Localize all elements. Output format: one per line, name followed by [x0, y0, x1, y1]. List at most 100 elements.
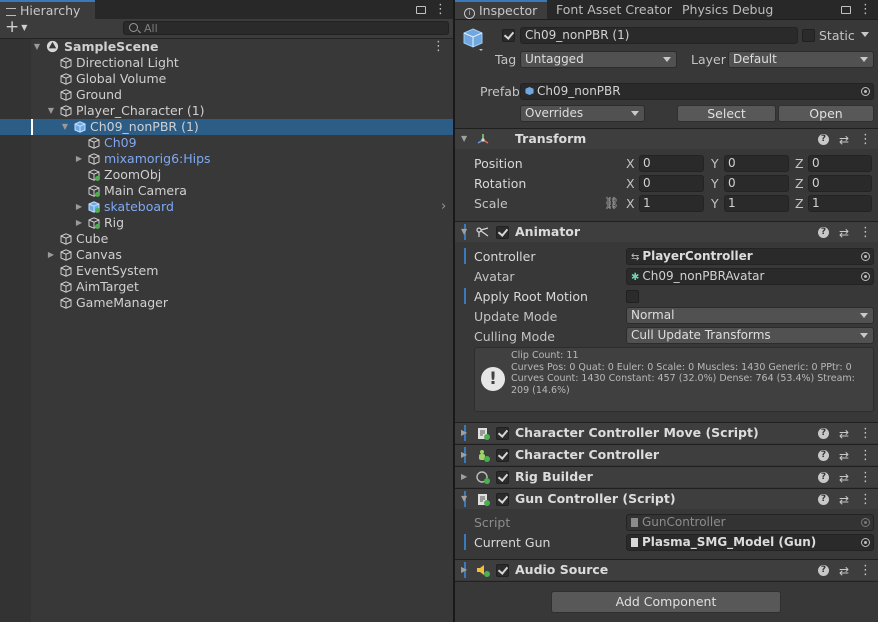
hierarchy-item[interactable]: ▼ Player_Character (1)	[0, 103, 453, 119]
help-icon[interactable]: ?	[817, 565, 829, 576]
animator-header[interactable]: ▼ Animator ? ⇄ ⋮	[455, 221, 878, 242]
fold-arrow-icon[interactable]: ▼	[461, 129, 467, 149]
help-icon[interactable]: ?	[817, 428, 829, 439]
help-icon[interactable]: ?	[817, 134, 829, 145]
prefab-field[interactable]: Ch09_nonPBR	[520, 83, 874, 100]
hierarchy-item[interactable]: Ground	[0, 87, 453, 103]
rotation-y-label[interactable]: Y	[711, 175, 719, 192]
constrain-proportions-link-icon[interactable]: ⛓	[604, 195, 619, 212]
add-component-button[interactable]: Add Component	[551, 591, 781, 613]
position-y-label[interactable]: Y	[711, 155, 719, 172]
preset-sliders-icon[interactable]: ⇄	[839, 223, 849, 243]
hierarchy-item[interactable]: ▶ Rig	[0, 215, 453, 231]
scale-x-label[interactable]: X	[626, 195, 635, 212]
layer-dropdown[interactable]: Default	[728, 51, 874, 68]
scale-y-field[interactable]: 1	[724, 195, 789, 212]
gun-controller-header[interactable]: ▼ Gun Controller (Script) ? ⇄ ⋮	[455, 488, 878, 509]
position-z-label[interactable]: Z	[795, 155, 804, 172]
preset-sliders-icon[interactable]: ⇄	[839, 468, 849, 488]
character-controller-move-checkbox[interactable]	[496, 427, 509, 440]
hierarchy-item[interactable]: EventSystem	[0, 263, 453, 279]
fold-arrow-icon[interactable]: ▶	[461, 560, 467, 580]
static-dropdown[interactable]	[855, 27, 874, 44]
help-icon[interactable]: ?	[817, 494, 829, 505]
character-controller-checkbox[interactable]	[496, 449, 509, 462]
controller-field[interactable]: ⇆ PlayerController	[626, 248, 874, 265]
current-gun-field[interactable]: Plasma_SMG_Model (Gun)	[626, 534, 874, 551]
preset-sliders-icon[interactable]: ⇄	[839, 130, 849, 150]
scale-x-field[interactable]: 1	[639, 195, 704, 212]
rig-builder-checkbox[interactable]	[496, 471, 509, 484]
hierarchy-item[interactable]: Directional Light	[0, 55, 453, 71]
hierarchy-item[interactable]: AimTarget	[0, 279, 453, 295]
scene-menu-icon[interactable]: ⋮	[432, 39, 445, 55]
object-picker-icon[interactable]	[861, 252, 870, 261]
scale-z-field[interactable]: 1	[808, 195, 872, 212]
scene-row[interactable]: ▼ SampleScene ⋮	[0, 39, 453, 55]
object-picker-icon[interactable]	[861, 272, 870, 281]
expand-arrow-icon[interactable]: ▼	[33, 39, 41, 55]
object-picker-icon[interactable]	[861, 87, 870, 96]
expand-arrow-icon[interactable]: ▼	[47, 103, 55, 119]
component-menu-icon[interactable]: ⋮	[859, 130, 872, 150]
apply-root-motion-checkbox[interactable]	[626, 290, 639, 303]
component-menu-icon[interactable]: ⋮	[859, 490, 872, 510]
position-z-field[interactable]: 0	[808, 155, 872, 172]
hierarchy-item[interactable]: Global Volume	[0, 71, 453, 87]
character-controller-move-header[interactable]: ▶ Character Controller Move (Script) ? ⇄ ⋮	[455, 422, 878, 443]
audio-source-checkbox[interactable]	[496, 564, 509, 577]
kebab-menu-icon[interactable]: ⋮	[434, 2, 447, 17]
hierarchy-item[interactable]: ▼ Ch09_nonPBR (1)	[0, 119, 453, 135]
hierarchy-item[interactable]: Cube	[0, 231, 453, 247]
tag-dropdown[interactable]: Untagged	[520, 51, 677, 68]
expand-arrow-icon[interactable]: ▶	[47, 247, 55, 263]
update-mode-dropdown[interactable]: Normal	[626, 307, 874, 324]
help-icon[interactable]: ?	[817, 227, 829, 238]
hierarchy-item[interactable]: ZoomObj	[0, 167, 453, 183]
object-picker-icon[interactable]	[861, 538, 870, 547]
hierarchy-item[interactable]: ▶ Canvas	[0, 247, 453, 263]
add-button[interactable]: + ▼	[5, 17, 27, 37]
expand-arrow-icon[interactable]: ▶	[75, 215, 83, 231]
rig-builder-header[interactable]: ▶ Rig Builder ? ⇄ ⋮	[455, 466, 878, 487]
tab-physics-debug[interactable]: Physics Debug	[674, 0, 781, 19]
rotation-y-field[interactable]: 0	[724, 175, 789, 192]
search-input[interactable]: All	[123, 21, 449, 35]
position-x-field[interactable]: 0	[639, 155, 704, 172]
chevron-right-icon[interactable]: ›	[441, 199, 446, 214]
culling-mode-dropdown[interactable]: Cull Update Transforms	[626, 327, 874, 344]
fold-arrow-icon[interactable]: ▶	[461, 423, 467, 443]
component-menu-icon[interactable]: ⋮	[859, 223, 872, 243]
scale-z-label[interactable]: Z	[795, 195, 804, 212]
hierarchy-item[interactable]: ▶ skateboard	[0, 199, 453, 215]
position-x-label[interactable]: X	[626, 155, 635, 172]
rotation-z-label[interactable]: Z	[795, 175, 804, 192]
kebab-menu-icon[interactable]: ⋮	[859, 2, 872, 17]
tab-font-asset-creator[interactable]: Font Asset Creator	[548, 0, 680, 19]
hierarchy-item[interactable]: Main Camera	[0, 183, 453, 199]
component-menu-icon[interactable]: ⋮	[859, 446, 872, 466]
animator-enabled-checkbox[interactable]	[496, 226, 509, 239]
fold-arrow-icon[interactable]: ▼	[461, 489, 467, 509]
character-controller-header[interactable]: ▶ Character Controller ? ⇄ ⋮	[455, 444, 878, 465]
hierarchy-item[interactable]: GameManager	[0, 295, 453, 311]
rotation-z-field[interactable]: 0	[808, 175, 872, 192]
gun-controller-checkbox[interactable]	[496, 493, 509, 506]
prefab-cube-icon[interactable]	[462, 27, 484, 51]
rotation-x-field[interactable]: 0	[639, 175, 704, 192]
preset-sliders-icon[interactable]: ⇄	[839, 490, 849, 510]
select-button[interactable]: Select	[677, 105, 776, 122]
lock-icon[interactable]	[841, 6, 851, 14]
hierarchy-item[interactable]: Ch09	[0, 135, 453, 151]
component-menu-icon[interactable]: ⋮	[859, 468, 872, 488]
fold-arrow-icon[interactable]: ▼	[461, 222, 467, 242]
tab-inspector[interactable]: i Inspector	[455, 0, 547, 19]
preset-sliders-icon[interactable]: ⇄	[839, 446, 849, 466]
transform-header[interactable]: ▼ Transform ? ⇄ ⋮	[455, 128, 878, 149]
fold-arrow-icon[interactable]: ▶	[461, 467, 467, 487]
fold-arrow-icon[interactable]: ▶	[461, 445, 467, 465]
help-icon[interactable]: ?	[817, 450, 829, 461]
component-menu-icon[interactable]: ⋮	[859, 424, 872, 444]
hierarchy-item[interactable]: ▶ mixamorig6:Hips	[0, 151, 453, 167]
help-icon[interactable]: ?	[817, 472, 829, 483]
